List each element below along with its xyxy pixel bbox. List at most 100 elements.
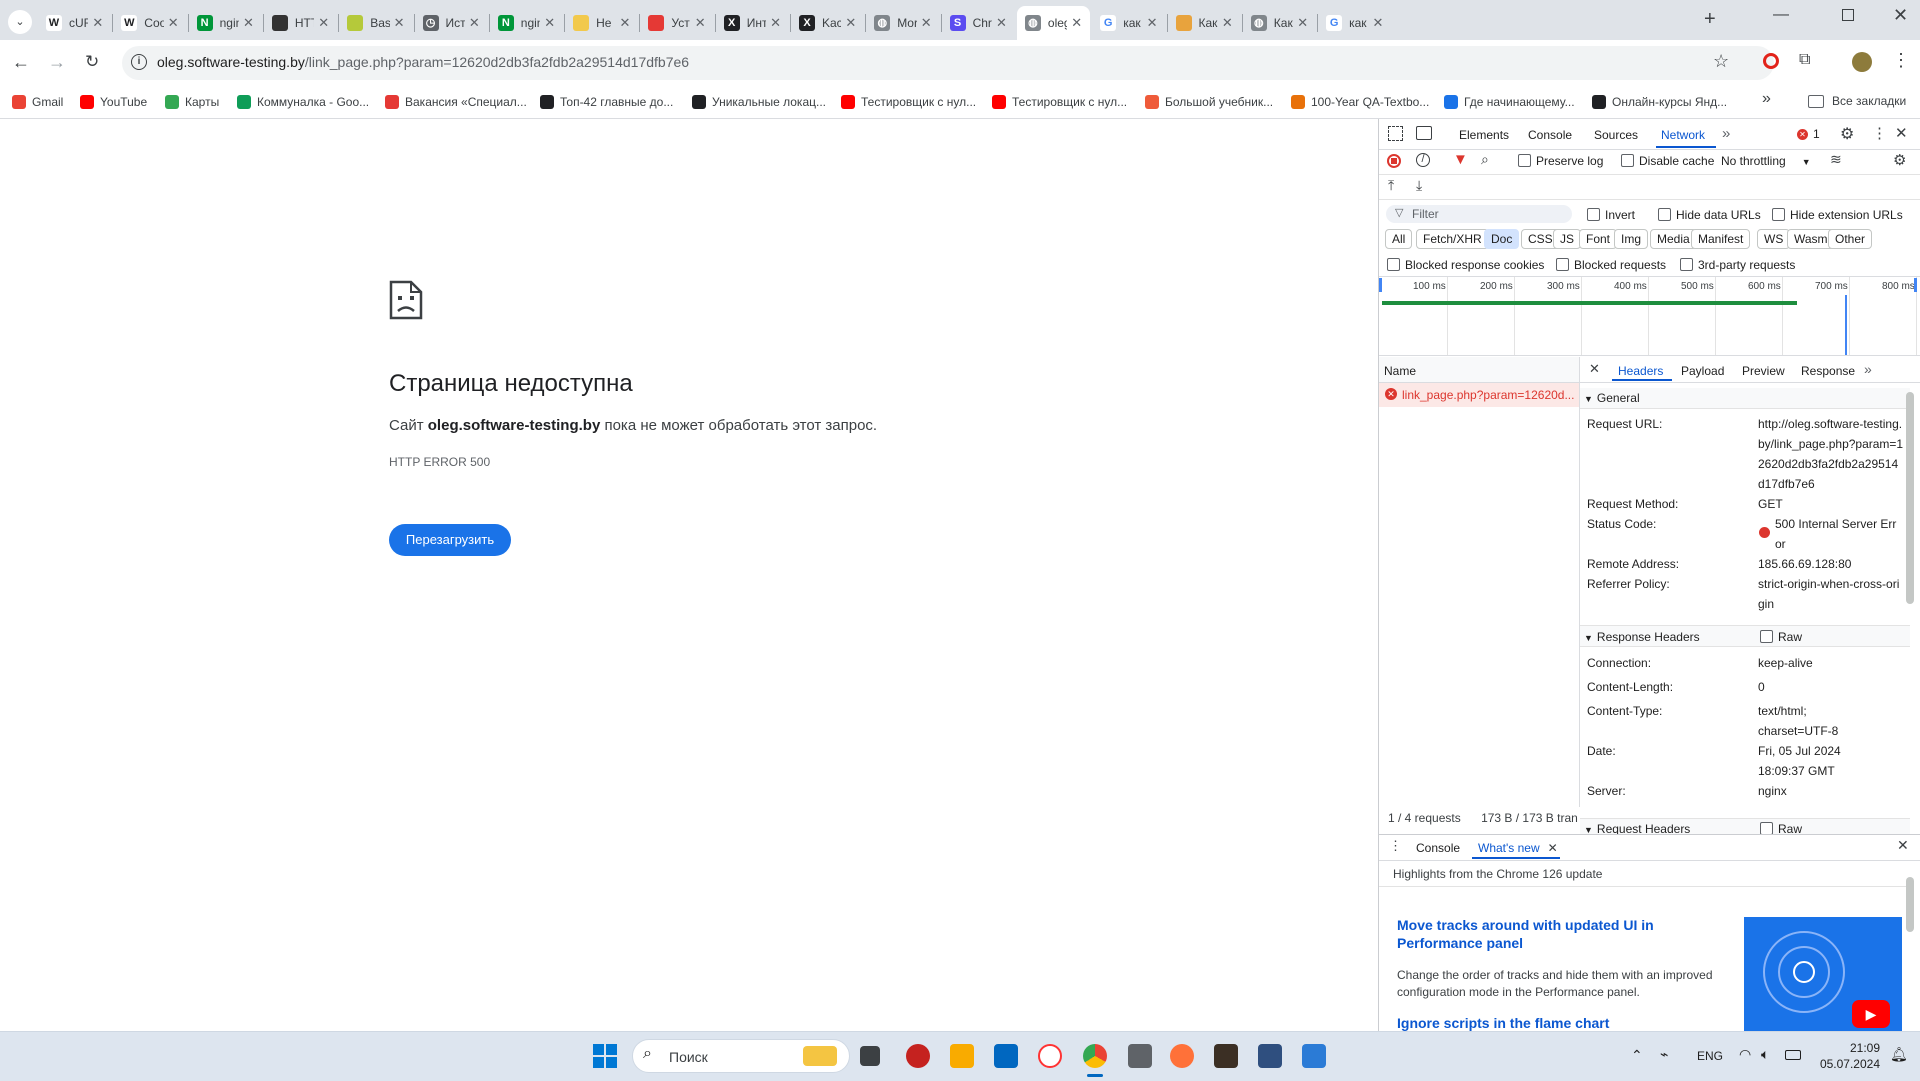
filter-chip-media[interactable]: Media [1650,229,1697,249]
browser-tab[interactable]: Nnginx✕ [490,6,563,40]
inspect-element-icon[interactable] [1388,126,1403,141]
drawer-tab-whats-new[interactable]: What's new ✕ [1478,841,1558,855]
reload-button[interactable]: Перезагрузить [389,524,511,556]
name-column-header[interactable]: Name [1384,364,1416,378]
bookmark-item[interactable]: Тестировщик с нул... [992,92,1127,112]
details-tab-headers[interactable]: Headers [1618,364,1663,378]
filter-chip-fetch-xhr[interactable]: Fetch/XHR [1416,229,1489,249]
filter-funnel-icon[interactable]: ▼ [1453,151,1468,168]
hide-ext-urls-checkbox[interactable]: Hide extension URLs [1772,208,1903,222]
task-view-icon[interactable] [860,1046,880,1066]
raw-checkbox[interactable]: Raw [1760,630,1802,644]
tray-clock[interactable]: 21:09 05.07.2024 [1810,1040,1880,1072]
filter-chip-other[interactable]: Other [1828,229,1873,249]
bookmark-star-icon[interactable]: ☆ [1713,51,1729,72]
bookmarks-more-button[interactable]: » [1762,90,1771,108]
filter-chip-manifest[interactable]: Manifest [1691,229,1751,249]
file-explorer-icon[interactable] [950,1044,974,1068]
tab-close-icon[interactable]: ✕ [695,15,706,31]
blocked-requests-checkbox[interactable]: Blocked requests [1556,258,1666,272]
battery-icon[interactable] [1785,1050,1801,1060]
drawer-menu-icon[interactable]: ⋮ [1389,838,1402,854]
general-toggle[interactable]: ▼ General [1584,391,1640,405]
browser-tab[interactable]: Gкак ✕ [1092,6,1165,40]
all-bookmarks-button[interactable]: Все закладки [1808,94,1906,108]
blocked-cookies-checkbox[interactable]: Blocked response cookies [1387,258,1544,272]
filter-chip-img[interactable]: Img [1614,229,1649,249]
overview-selection-handle[interactable] [1914,278,1917,292]
search-icon[interactable]: ⌕ [1481,151,1489,168]
request-row[interactable]: ✕ link_page.php?param=12620d... [1379,383,1579,407]
filter-chip-doc[interactable]: Doc [1484,229,1520,249]
calculator-icon[interactable] [1128,1044,1152,1068]
bookmark-item[interactable]: Карты [165,92,219,112]
profile-avatar[interactable] [1852,52,1872,72]
filter-chip-all[interactable]: All [1385,229,1413,249]
close-window-button[interactable]: ✕ [1893,5,1908,26]
tab-close-icon[interactable]: ✕ [243,15,254,31]
firefox-icon[interactable] [1170,1044,1194,1068]
browser-tab[interactable]: WcURL✕ [38,6,111,40]
error-count-badge[interactable]: ✕ 1 [1797,127,1820,141]
browser-tab[interactable]: X Kac ✕ [791,6,864,40]
app-p-icon[interactable] [906,1044,930,1068]
devtools-tab-elements[interactable]: Elements [1459,128,1509,142]
windows-start-icon[interactable] [593,1044,617,1068]
bookmark-item[interactable]: Тестировщик с нул... [841,92,976,112]
export-har-icon[interactable]: ⤓ [1416,177,1422,194]
device-toolbar-icon[interactable] [1416,126,1432,140]
import-har-icon[interactable]: ⤒ [1388,177,1394,194]
bookmark-item[interactable]: Коммуналка - Goo... [237,92,369,112]
devtools-menu-icon[interactable]: ⋮ [1872,124,1887,142]
yandex-browser-icon[interactable] [1038,1044,1062,1068]
browser-tab[interactable]: ◍ oleg ✕ [1016,6,1091,40]
overview-selection-handle[interactable] [1379,278,1382,292]
devtools-settings-icon[interactable]: ⚙ [1840,124,1854,144]
tray-network-share-icon[interactable]: ⌁ [1660,1046,1668,1063]
forward-button[interactable]: → [48,52,66,73]
tab-close-icon[interactable]: ✕ [1372,15,1383,31]
bookmark-item[interactable]: Онлайн-курсы Янд... [1592,92,1727,112]
more-detail-tabs-icon[interactable]: » [1864,361,1872,377]
tab-close-icon[interactable]: ✕ [394,15,405,31]
bookmark-item[interactable]: Уникальные локац... [692,92,826,112]
tab-close-icon[interactable]: ✕ [1147,15,1158,31]
app-game-icon[interactable] [1214,1044,1238,1068]
browser-tab[interactable]: Nnginx✕ [189,6,262,40]
minimize-button[interactable]: — [1773,6,1789,24]
browser-tab[interactable]: Уст ✕ [640,6,713,40]
taskbar-search[interactable]: ⌕ Поиск [632,1039,850,1073]
new-tab-button[interactable]: + [1704,8,1716,31]
network-conditions-icon[interactable]: ≋ [1830,151,1842,168]
browser-tab[interactable]: Gкак ✕ [1318,6,1391,40]
disable-cache-checkbox[interactable]: Disable cache [1621,154,1714,168]
browser-tab[interactable]: ◍ Mor ✕ [866,6,939,40]
bookmark-item[interactable]: Большой учебник... [1145,92,1273,112]
close-tab-icon[interactable]: ✕ [1548,841,1558,855]
network-settings-icon[interactable]: ⚙ [1893,151,1906,169]
whatsnew-item-title[interactable]: Move tracks around with updated UI in Pe… [1397,916,1697,952]
more-tabs-icon[interactable]: » [1722,125,1730,142]
browser-tab[interactable]: Basi ✕ [339,6,412,40]
browser-tab[interactable]: X Инт ✕ [716,6,789,40]
store-icon[interactable] [994,1044,1018,1068]
filter-chip-font[interactable]: Font [1579,229,1618,249]
tab-close-icon[interactable]: ✕ [168,15,179,31]
tab-close-icon[interactable]: ✕ [544,15,555,31]
browser-tab[interactable]: Не ✕ [565,6,638,40]
browser-tab[interactable]: S Chr ✕ [942,6,1015,40]
chrome-icon[interactable] [1083,1044,1107,1068]
response-headers-toggle[interactable]: ▼ Response Headers [1584,630,1700,644]
tab-close-icon[interactable]: ✕ [469,15,480,31]
devtools-tab-sources[interactable]: Sources [1594,128,1638,142]
tab-close-icon[interactable]: ✕ [996,15,1007,31]
youtube-play-icon[interactable]: ▶ [1852,1000,1890,1028]
browser-tab[interactable]: W Cookie ✕ [113,6,186,40]
details-tab-preview[interactable]: Preview [1742,364,1785,378]
browser-tab[interactable]: ◷ История ✕ [415,6,488,40]
devtools-close-icon[interactable]: ✕ [1895,124,1908,142]
url-text[interactable]: oleg.software-testing.by/link_page.php?p… [157,54,689,70]
bookmark-item[interactable]: Вакансия «Специал... [385,92,527,112]
details-scrollbar[interactable] [1906,392,1914,604]
browser-tab[interactable]: Как ✕ [1168,6,1241,40]
